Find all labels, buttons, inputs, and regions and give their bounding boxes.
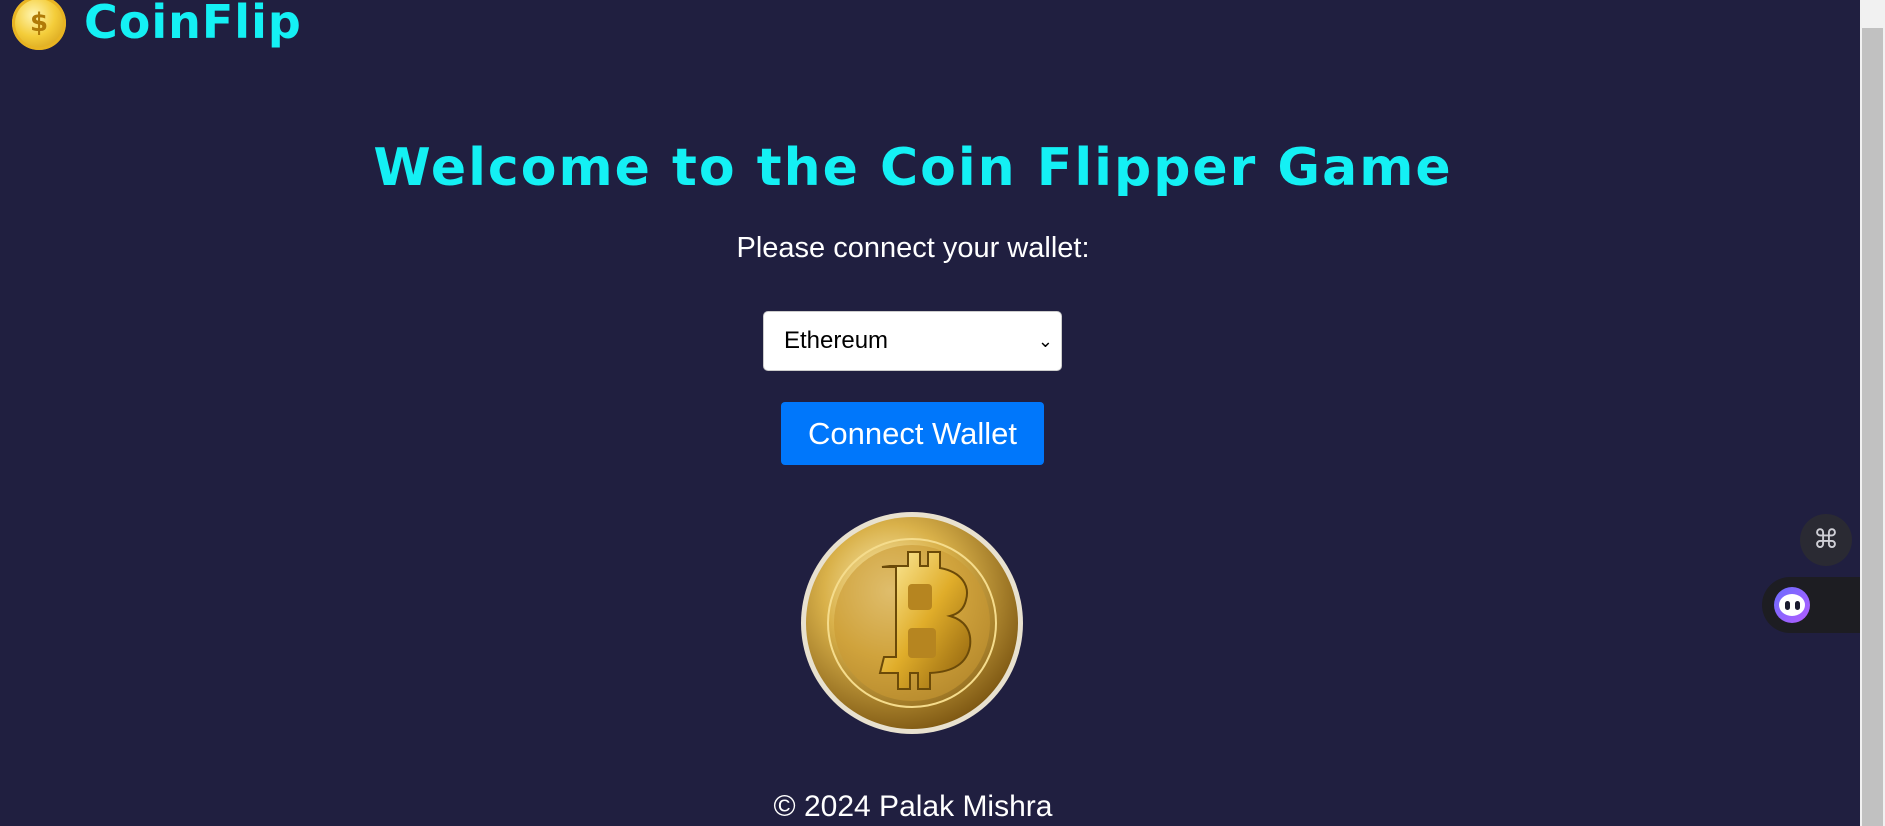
footer-copyright: © 2024 Palak Mishra	[773, 790, 1053, 823]
wallet-select-value: Ethereum	[784, 327, 889, 354]
main-content: Welcome to the Coin Flipper Game Please …	[0, 0, 1860, 826]
page-title: Welcome to the Coin Flipper Game	[373, 138, 1453, 198]
scrollbar-thumb[interactable]	[1862, 28, 1883, 826]
command-button[interactable]: ⌘	[1800, 514, 1852, 566]
chevron-down-icon: ⌄	[1037, 330, 1053, 352]
connect-wallet-button[interactable]: Connect Wallet	[781, 402, 1044, 465]
scrollbar[interactable]	[1860, 0, 1885, 826]
assistant-button[interactable]	[1762, 577, 1860, 633]
wallet-prompt: Please connect your wallet:	[736, 232, 1090, 264]
bitcoin-coin-image	[801, 512, 1023, 734]
assistant-bot-icon	[1774, 587, 1810, 623]
command-icon: ⌘	[1813, 525, 1839, 555]
wallet-select[interactable]: Ethereum ⌄	[763, 311, 1062, 371]
